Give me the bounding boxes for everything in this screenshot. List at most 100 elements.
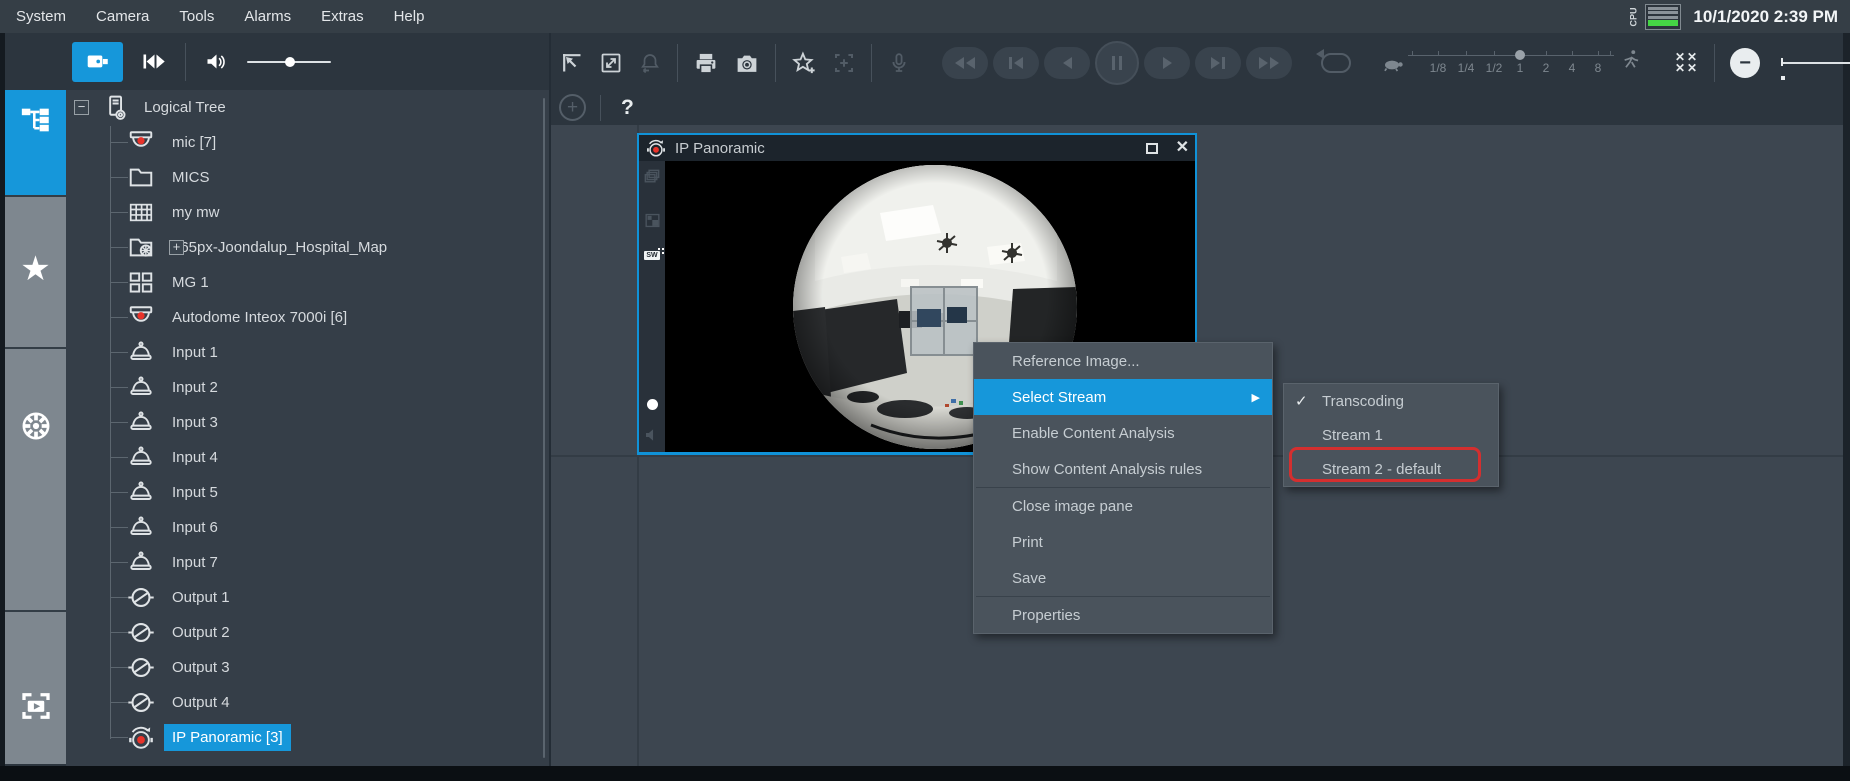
menu-item-save[interactable]: Save	[974, 560, 1272, 596]
output-icon	[126, 653, 156, 682]
tree-item-label[interactable]: IP Panoramic [3]	[164, 724, 291, 751]
tree-item-label[interactable]: Output 3	[164, 654, 238, 681]
help-button[interactable]: ?	[615, 96, 640, 120]
tree-item-label[interactable]: Output 2	[164, 619, 238, 646]
toolbar-separator	[600, 95, 601, 121]
tree-item-label[interactable]: Input 6	[164, 514, 226, 541]
maximize-pane-icon[interactable]	[1146, 143, 1158, 154]
tree-item-mic[interactable]: mic [7]	[66, 125, 549, 160]
menu-extras[interactable]: Extras	[321, 8, 364, 25]
speaker-icon[interactable]	[204, 50, 229, 74]
submenu-item-stream-2-default[interactable]: Stream 2 - default	[1284, 452, 1498, 486]
map-folder-icon	[126, 233, 156, 262]
menu-item-show-content-analysis-rules[interactable]: Show Content Analysis rules	[974, 451, 1272, 487]
menu-item-reference-image[interactable]: Reference Image...	[974, 343, 1272, 379]
pause-button[interactable]	[1095, 41, 1139, 85]
tree-item-label[interactable]: MG 1	[164, 269, 217, 296]
menu-camera[interactable]: Camera	[96, 8, 149, 25]
add-image-pane-button[interactable]: +	[559, 94, 586, 121]
menu-help[interactable]: Help	[394, 8, 425, 25]
collapse-expander[interactable]: −	[74, 100, 89, 115]
image-pane-titlebar[interactable]: IP Panoramic ✕	[639, 135, 1195, 161]
play-backward-button[interactable]	[1044, 47, 1090, 79]
picture-in-picture-icon[interactable]	[643, 211, 662, 230]
expand-expander[interactable]: +	[169, 240, 184, 255]
tree-item-input6[interactable]: Input 6	[66, 510, 549, 545]
menu-alarms[interactable]: Alarms	[244, 8, 291, 25]
tree-root-logical-tree[interactable]: − Logical Tree	[66, 90, 549, 125]
tree-item-mics[interactable]: MICS	[66, 160, 549, 195]
tree-item-label[interactable]: Autodome Inteox 7000i [6]	[164, 304, 355, 331]
restore-layout-button[interactable]	[560, 51, 584, 75]
tree-item-output1[interactable]: Output 1	[66, 580, 549, 615]
live-video-button[interactable]	[72, 42, 123, 82]
tree-item-label[interactable]: Input 3	[164, 409, 226, 436]
volume-slider[interactable]	[247, 61, 331, 63]
input-icon	[126, 513, 156, 542]
tree-item-label[interactable]: Input 7	[164, 549, 226, 576]
tree-item-label[interactable]: 665px-Joondalup_Hospital_Map	[164, 234, 395, 261]
close-pane-icon[interactable]: ✕	[1176, 140, 1189, 156]
tree-toolbar	[72, 40, 331, 84]
maximize-layout-button[interactable]	[599, 51, 623, 75]
zoom-slider[interactable]	[1781, 62, 1850, 64]
menu-item-enable-content-analysis[interactable]: Enable Content Analysis	[974, 415, 1272, 451]
tree-item-input3[interactable]: Input 3	[66, 405, 549, 440]
tree-item-label[interactable]: mic [7]	[164, 129, 224, 156]
tree-item-ip-panoramic[interactable]: IP Panoramic [3]	[66, 720, 549, 755]
next-frame-button[interactable]	[1195, 47, 1241, 79]
menu-system[interactable]: System	[16, 8, 66, 25]
tree-item-label[interactable]: MICS	[164, 164, 218, 191]
playback-speed-slider[interactable]: 1/8 1/4 1/2 1 2 4 8	[1408, 41, 1614, 85]
tree-item-input4[interactable]: Input 4	[66, 440, 549, 475]
submenu-item-transcoding[interactable]: ✓ Transcoding	[1284, 384, 1498, 418]
snapshot-button[interactable]	[734, 51, 760, 76]
speed-slider-thumb[interactable]	[1515, 50, 1525, 60]
tree-item-input7[interactable]: Input 7	[66, 545, 549, 580]
menu-item-print[interactable]: Print	[974, 524, 1272, 560]
rewind-button[interactable]	[942, 47, 988, 79]
tree-item-label[interactable]: Input 4	[164, 444, 226, 471]
print-button[interactable]	[693, 51, 719, 76]
tree-item-joondalup-map[interactable]: + 665px-Joondalup_Hospital_Map	[66, 230, 549, 265]
tree-item-label[interactable]: Output 1	[164, 584, 238, 611]
tree-item-autodome[interactable]: Autodome Inteox 7000i [6]	[66, 300, 549, 335]
zoom-out-button[interactable]: −	[1730, 48, 1760, 78]
tree-item-output2[interactable]: Output 2	[66, 615, 549, 650]
microphone-button[interactable]	[887, 51, 911, 75]
tree-item-label[interactable]: Input 2	[164, 374, 226, 401]
tree-item-input5[interactable]: Input 5	[66, 475, 549, 510]
acknowledge-alarm-button[interactable]	[638, 51, 662, 75]
sidebar-item-bookmarks[interactable]	[5, 349, 66, 612]
tree-item-output3[interactable]: Output 3	[66, 650, 549, 685]
tree-item-my-mw[interactable]: my mw	[66, 195, 549, 230]
layers-icon[interactable]	[642, 167, 662, 187]
loop-playback-button[interactable]	[1321, 53, 1351, 73]
tree-item-label[interactable]: my mw	[164, 199, 228, 226]
muted-speaker-icon[interactable]	[643, 426, 661, 444]
tree-item-label[interactable]: Input 1	[164, 339, 226, 366]
volume-slider-thumb[interactable]	[285, 57, 295, 67]
tree-item-mg1[interactable]: MG 1	[66, 265, 549, 300]
play-button[interactable]	[1144, 47, 1190, 79]
menu-tools[interactable]: Tools	[179, 8, 214, 25]
playback-button[interactable]	[141, 50, 167, 74]
tree-item-output4[interactable]: Output 4	[66, 685, 549, 720]
previous-frame-button[interactable]	[993, 47, 1039, 79]
sidebar-item-favorites[interactable]: ★	[5, 197, 66, 349]
fast-forward-button[interactable]	[1246, 47, 1292, 79]
menu-item-properties[interactable]: Properties	[974, 597, 1272, 633]
tree-item-input1[interactable]: Input 1	[66, 335, 549, 370]
tree-item-label[interactable]: Output 4	[164, 689, 238, 716]
close-all-panes-button[interactable]: ✕✕✕✕	[1675, 52, 1699, 74]
tree-item-label[interactable]: Input 5	[164, 479, 226, 506]
add-favorite-button[interactable]	[791, 50, 817, 76]
tree-item-input2[interactable]: Input 2	[66, 370, 549, 405]
submenu-item-stream-1[interactable]: Stream 1	[1284, 418, 1498, 452]
add-bookmark-button[interactable]	[832, 51, 856, 75]
sidebar-item-image-pane-view[interactable]	[5, 612, 66, 764]
cpu-meter: CPU	[1624, 4, 1681, 30]
menu-item-close-image-pane[interactable]: Close image pane	[974, 488, 1272, 524]
menu-item-select-stream[interactable]: Select Stream ▶	[974, 379, 1272, 415]
tree-root-label[interactable]: Logical Tree	[136, 94, 234, 121]
